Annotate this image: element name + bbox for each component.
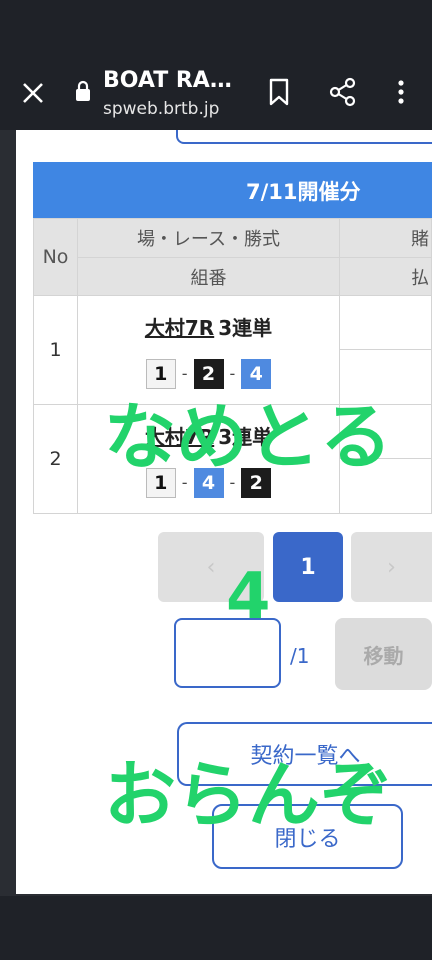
row-1-race-cell: 大村7R 3連単 1 - 2 - 4 [77,295,340,405]
status-bar [0,0,432,56]
row-1-bet-type: 3連単 [218,315,273,340]
row-2-combo: 1 - 4 - 2 [145,467,272,498]
close-dialog-button[interactable]: 閉じる [212,804,403,869]
system-navigation-bar [0,896,432,960]
combo-separator: - [181,473,188,492]
row-2-no: 2 [33,404,78,514]
boat-number: 2 [241,467,272,498]
bookmark-icon [269,78,289,106]
combo-separator: - [229,473,236,492]
boat-number: 2 [193,358,224,389]
header-race: 場・レース・勝式 [77,218,340,258]
boat-number: 1 [145,467,176,498]
row-1-race-line: 大村7R 3連単 [145,312,272,341]
more-vert-icon [398,80,404,104]
share-button[interactable] [327,76,359,108]
share-icon [329,77,356,107]
row-2-bet-type: 3連単 [218,424,273,449]
lock-icon [74,80,92,102]
site-url[interactable]: spweb.brtb.jp [103,99,219,119]
site-title: BOAT RA… [103,68,232,93]
bookmark-button[interactable] [265,76,293,108]
header-combo: 組番 [77,257,340,296]
combo-separator: - [181,364,188,383]
page-total: /1 [290,644,310,668]
previous-button-edge [176,130,432,144]
browser-toolbar: BOAT RA… spweb.brtb.jp [0,56,432,130]
combo-separator: - [229,364,236,383]
row-2-race-cell: 大村7R 3連単 1 - 4 - 2 [77,404,340,514]
row-2-race-link[interactable]: 大村7R [145,425,214,449]
row-2-amount-top [339,404,432,459]
boat-number: 4 [241,358,272,389]
next-page-button[interactable]: › [351,532,432,602]
bet-table: No 場・レース・勝式 組番 賭 払 1 大村7R 3連単 1 - 2 - 4 2… [33,218,432,514]
date-header-label: 7/11開催分 [246,180,361,204]
overflow-menu-button[interactable] [390,76,412,108]
row-1-no: 1 [33,295,78,405]
close-icon [23,83,43,103]
boat-number: 1 [145,358,176,389]
prev-page-button[interactable]: ‹ [158,532,264,602]
date-header: 7/11開催分 [33,162,432,218]
page-number-input[interactable] [174,618,281,688]
close-tab-button[interactable] [14,78,50,108]
row-2-race-line: 大村7R 3連単 [145,421,272,450]
header-bet: 賭 [339,218,432,258]
boat-number: 4 [193,467,224,498]
row-1-amount-bottom [339,349,432,405]
row-1-race-link[interactable]: 大村7R [145,316,214,340]
page-1-button[interactable]: 1 [273,532,343,602]
move-button[interactable]: 移動 [335,618,432,690]
row-2-amount-bottom [339,458,432,514]
contract-list-button[interactable]: 契約一覧へ [177,722,432,786]
row-1-combo: 1 - 2 - 4 [145,358,272,389]
header-no: No [33,218,78,296]
header-payout: 払 [339,257,432,296]
row-1-amount-top [339,295,432,350]
